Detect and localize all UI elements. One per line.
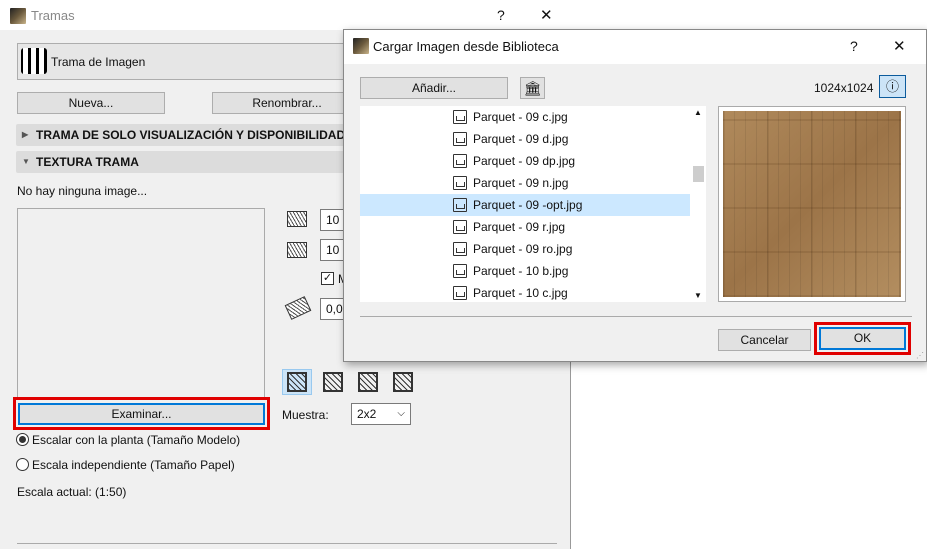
image-file-icon [453,242,467,256]
sample-label: Muestra: [282,408,329,422]
file-list-item[interactable]: Parquet - 09 -opt.jpg [360,194,690,216]
new-button[interactable]: Nueva... [17,92,165,114]
image-preview [718,106,906,302]
file-list-item[interactable]: Parquet - 09 r.jpg [360,216,690,238]
image-file-icon [453,286,467,300]
app-logo-icon [10,8,26,24]
help-button[interactable]: ? [850,38,858,54]
file-list[interactable]: Parquet - 09 c.jpg Parquet - 09 d.jpg Parq… [360,106,706,302]
pattern-icon [323,372,343,392]
file-name: Parquet - 09 r.jpg [473,220,566,234]
triangle-right-icon: ▶ [22,130,29,139]
scroll-up-icon: ▲ [694,108,702,117]
library-manager-icon[interactable]: 🏛 [520,77,545,99]
sample-select[interactable]: 2x2 ⌵ [351,403,411,425]
angle-icon [284,296,312,320]
chevron-down-icon: ⌵ [397,408,405,419]
title-bar: Tramas ? ✕ [0,0,571,30]
divider [17,543,557,544]
cancel-button[interactable]: Cancelar [718,329,811,351]
image-file-icon [453,264,467,278]
file-name: Parquet - 09 -opt.jpg [473,198,583,212]
file-list-item[interactable]: Parquet - 09 ro.jpg [360,238,690,260]
radio-paper-label: Escala independiente (Tamaño Papel) [32,458,235,472]
dialog-title-bar: Cargar Imagen desde Biblioteca ? ✕ [344,30,926,64]
image-resolution: 1024x1024 [814,81,874,95]
close-button[interactable]: ✕ [540,6,553,24]
scroll-down-icon: ▼ [694,291,702,300]
pattern-icon [358,372,378,392]
browse-button[interactable]: Examinar... [18,403,265,425]
file-list-item[interactable]: Parquet - 09 n.jpg [360,172,690,194]
file-list-item[interactable]: Parquet - 10 c.jpg [360,282,690,304]
file-name: Parquet - 10 b.jpg [473,264,569,278]
image-fill-icon [21,48,47,74]
parquet-texture-image [723,111,901,297]
pattern-icon [287,372,307,392]
image-file-icon [453,154,467,168]
file-name: Parquet - 09 d.jpg [473,132,569,146]
divider [360,316,912,317]
width-icon [287,211,307,227]
window-title: Tramas [31,8,75,23]
section-title: TEXTURA TRAMA [36,155,139,169]
preview-info-icon[interactable]: ⓘ [879,75,906,98]
checkbox[interactable]: ✓ [321,272,334,285]
pattern-option-4[interactable] [388,369,418,395]
fill-type-label: Trama de Imagen [51,55,146,69]
app-logo-icon [353,38,369,54]
rename-button[interactable]: Renombrar... [212,92,362,114]
pattern-option-2[interactable] [318,369,348,395]
height-icon [287,242,307,258]
file-name: Parquet - 09 ro.jpg [473,242,573,256]
load-image-dialog: Cargar Imagen desde Biblioteca ? ✕ Añadi… [343,29,927,362]
image-file-icon [453,132,467,146]
file-list-item[interactable]: Parquet - 09 dp.jpg [360,150,690,172]
sample-value: 2x2 [357,407,377,421]
ok-button[interactable]: OK [819,327,906,350]
close-button[interactable]: ✕ [893,37,906,55]
file-list-item[interactable]: Parquet - 10 b.jpg [360,260,690,282]
section-title: TRAMA DE SOLO VISUALIZACIÓN Y DISPONIBIL… [36,128,346,142]
image-file-icon [453,198,467,212]
current-scale: Escala actual: (1:50) [17,485,127,499]
pattern-icon [393,372,413,392]
file-name: Parquet - 09 n.jpg [473,176,569,190]
image-file-icon [453,110,467,124]
file-list-item[interactable]: Parquet - 09 d.jpg [360,128,690,150]
radio-paper[interactable] [16,458,29,471]
radio-model-label: Escalar con la planta (Tamaño Modelo) [32,433,241,447]
file-list-item[interactable]: Parquet - 09 c.jpg [360,106,690,128]
pattern-option-3[interactable] [353,369,383,395]
help-button[interactable]: ? [497,7,505,23]
pattern-option-1[interactable] [282,369,312,395]
image-file-icon [453,220,467,234]
add-button[interactable]: Añadir... [360,77,508,99]
file-name: Parquet - 09 dp.jpg [473,154,576,168]
file-name: Parquet - 10 c.jpg [473,286,568,300]
dialog-title: Cargar Imagen desde Biblioteca [373,39,559,54]
scrollbar[interactable]: ▲ ▼ [691,106,706,302]
scroll-thumb [693,166,704,182]
radio-model[interactable] [16,433,29,446]
image-name-label: No hay ninguna image... [17,184,148,198]
image-file-icon [453,176,467,190]
triangle-down-icon: ▼ [22,157,30,166]
file-name: Parquet - 09 c.jpg [473,110,568,124]
image-preview [17,208,265,398]
resize-grip-icon[interactable]: ⋰ [916,351,924,360]
